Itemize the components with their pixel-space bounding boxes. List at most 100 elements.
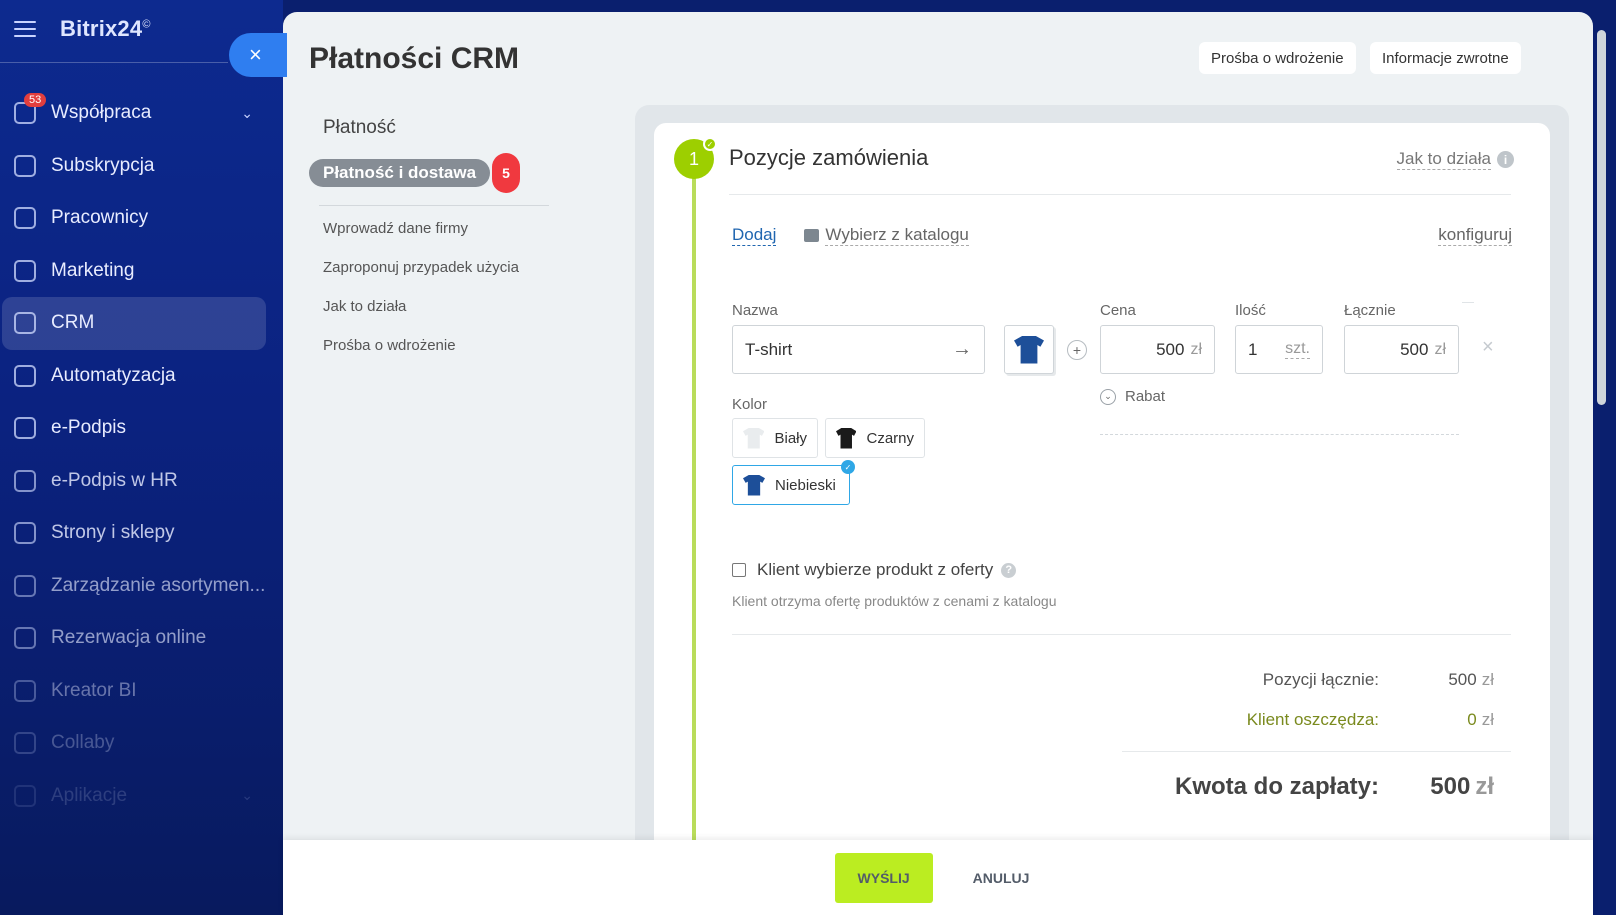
summary-divider-2 bbox=[1122, 751, 1511, 752]
calendar-icon bbox=[14, 627, 36, 650]
price-input[interactable]: 500 zł bbox=[1100, 325, 1215, 374]
scrollbar[interactable] bbox=[1597, 30, 1606, 405]
catalog-label: Wybierz z katalogu bbox=[825, 225, 969, 246]
sidebar-divider bbox=[0, 62, 228, 63]
check-icon: ✓ bbox=[703, 137, 717, 151]
active-item-label: Płatność i dostawa bbox=[323, 163, 477, 182]
color-option-label: Niebieski bbox=[775, 476, 836, 494]
sidebar-item-collaby[interactable]: Collaby bbox=[0, 717, 283, 770]
summary-value: 0 bbox=[1467, 710, 1477, 729]
employees-icon bbox=[14, 207, 36, 230]
automation-icon bbox=[14, 364, 36, 387]
color-option-label: Biały bbox=[774, 429, 807, 447]
add-image-button[interactable]: + bbox=[1067, 340, 1087, 360]
section-menu-active-item[interactable]: Płatność i dostawa 5 bbox=[309, 153, 521, 193]
configure-link[interactable]: konfiguruj bbox=[1438, 225, 1512, 246]
close-icon: × bbox=[249, 42, 262, 67]
section-menu-heading[interactable]: Płatność bbox=[323, 117, 549, 139]
send-button[interactable]: WYŚLIJ bbox=[834, 852, 933, 903]
color-option-black[interactable]: Czarny bbox=[825, 418, 925, 458]
cart-icon bbox=[14, 522, 36, 545]
sidebar-item-strony-sklepy[interactable]: Strony i sklepy bbox=[0, 507, 283, 560]
color-option-blue[interactable]: Niebieski ✓ bbox=[732, 460, 855, 505]
feedback-button[interactable]: Informacje zwrotne bbox=[1370, 42, 1521, 74]
sidebar-item-wspolpraca[interactable]: 53 Współpraca ⌄ bbox=[0, 87, 283, 140]
quantity-value: 1 bbox=[1248, 339, 1258, 359]
section-title: Pozycje zamówienia bbox=[729, 145, 929, 170]
color-option-white[interactable]: Biały bbox=[732, 418, 818, 458]
total-input[interactable]: 500 zł bbox=[1344, 325, 1459, 374]
color-option-label: Czarny bbox=[866, 429, 914, 447]
quantity-label: Ilość bbox=[1235, 302, 1266, 319]
sidebar-item-crm[interactable]: CRM bbox=[2, 297, 266, 350]
tshirt-icon bbox=[743, 474, 765, 496]
quantity-input[interactable]: 1 szt. bbox=[1235, 325, 1323, 374]
sidebar-item-aplikacje[interactable]: Aplikacje ⌄ bbox=[0, 770, 283, 823]
marketing-icon bbox=[14, 259, 36, 282]
chevron-down-icon: ⌄ bbox=[1100, 388, 1116, 405]
help-icon[interactable]: ? bbox=[1001, 562, 1017, 578]
sidebar-item-epodpis[interactable]: e-Podpis bbox=[0, 402, 283, 455]
sidebar-item-subskrypcja[interactable]: Subskrypcja bbox=[0, 140, 283, 193]
product-name-input[interactable]: T-shirt → bbox=[732, 325, 985, 374]
close-slider-button[interactable]: × bbox=[229, 33, 287, 77]
slider-panel: Płatności CRM Prośba o wdrożenie Informa… bbox=[283, 12, 1593, 915]
add-product-link[interactable]: Dodaj bbox=[732, 225, 777, 246]
catalog-link[interactable]: Wybierz z katalogu bbox=[804, 225, 969, 246]
offer-checkbox-label: Klient wybierze produkt z oferty bbox=[757, 560, 994, 579]
summary-label: Klient oszczędza: bbox=[1246, 710, 1379, 729]
total-value: 500 bbox=[1400, 339, 1429, 359]
logo[interactable]: Bitrix24© bbox=[60, 16, 151, 42]
how-it-works-label: Jak to działa bbox=[1396, 149, 1491, 170]
chevron-down-icon[interactable]: ⌄ bbox=[241, 105, 253, 122]
sidebar-item-pracownicy[interactable]: Pracownicy bbox=[0, 192, 283, 245]
summary-value: 500 bbox=[1448, 670, 1477, 689]
left-sidebar: Bitrix24© 53 Współpraca ⌄ Subskrypcja Pr… bbox=[0, 0, 283, 915]
menu-icon[interactable] bbox=[14, 21, 36, 37]
link-use-case[interactable]: Zaproponuj przypadek użycia bbox=[323, 259, 549, 281]
link-company-data[interactable]: Wprowadź dane firmy bbox=[323, 220, 549, 242]
counter-badge: 5 bbox=[492, 153, 521, 193]
price-value: 500 bbox=[1156, 339, 1185, 359]
offer-hint: Klient otrzyma ofertę produktów z cenami… bbox=[732, 593, 1057, 609]
total-label: Łącznie bbox=[1344, 302, 1396, 319]
price-currency: zł bbox=[1190, 340, 1202, 358]
footer-bar: WYŚLIJ ANULUJ bbox=[283, 840, 1593, 915]
sidebar-item-marketing[interactable]: Marketing bbox=[0, 245, 283, 298]
sidebar-item-label: Pracownicy bbox=[51, 207, 149, 229]
implementation-request-button[interactable]: Prośba o wdrożenie bbox=[1199, 42, 1356, 74]
summary-to-pay: Kwota do zapłaty: 500 zł bbox=[1175, 773, 1494, 801]
chevron-down-icon[interactable]: ⌄ bbox=[241, 787, 253, 804]
apps-icon bbox=[14, 784, 36, 807]
sidebar-item-rezerwacja[interactable]: Rezerwacja online bbox=[0, 612, 283, 665]
sidebar-item-asortyment[interactable]: Zarządzanie asortymen... bbox=[0, 560, 283, 613]
discount-toggle[interactable]: ⌄ Rabat bbox=[1100, 388, 1165, 405]
total-currency: zł bbox=[1434, 340, 1446, 358]
subscription-icon bbox=[14, 154, 36, 177]
sidebar-item-kreator-bi[interactable]: Kreator BI bbox=[0, 665, 283, 718]
summary-savings: Klient oszczędza: 0 zł bbox=[1247, 710, 1494, 730]
sidebar-item-automatyzacja[interactable]: Automatyzacja bbox=[0, 350, 283, 403]
sidebar-item-epodpis-hr[interactable]: e-Podpis w HR bbox=[0, 455, 283, 508]
sidebar-item-label: Collaby bbox=[51, 732, 115, 754]
remove-row-icon[interactable]: × bbox=[1482, 336, 1494, 359]
bar-chart-icon bbox=[14, 679, 36, 702]
tshirt-icon bbox=[836, 427, 857, 449]
section-menu-divider bbox=[319, 205, 549, 206]
link-how-it-works[interactable]: Jak to działa bbox=[323, 298, 549, 320]
offer-checkbox-row[interactable]: Klient wybierze produkt z oferty ? bbox=[732, 560, 1017, 580]
unit-selector[interactable]: szt. bbox=[1285, 340, 1310, 359]
arrow-right-icon[interactable]: → bbox=[952, 338, 972, 361]
section-divider bbox=[729, 194, 1511, 195]
link-implementation-request[interactable]: Prośba o wdrożenie bbox=[323, 337, 549, 359]
product-image[interactable] bbox=[1004, 325, 1054, 374]
page-title: Płatności CRM bbox=[309, 42, 520, 75]
sidebar-item-label: Aplikacje bbox=[51, 784, 128, 806]
summary-currency: zł bbox=[1481, 710, 1494, 729]
offer-checkbox[interactable] bbox=[732, 563, 746, 577]
sidebar-item-label: e-Podpis bbox=[51, 417, 126, 439]
cancel-button[interactable]: ANULUJ bbox=[961, 870, 1042, 886]
sidebar-item-label: e-Podpis w HR bbox=[51, 469, 178, 491]
how-it-works-link[interactable]: Jak to działa i bbox=[1396, 149, 1514, 170]
tshirt-icon bbox=[743, 427, 765, 449]
